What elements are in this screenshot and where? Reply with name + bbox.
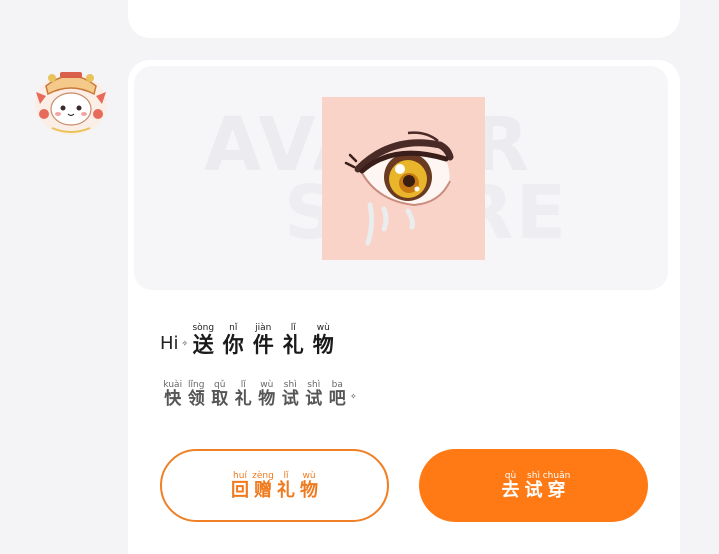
button-char: wù 物 [300, 470, 318, 501]
item-banner: AVATAR STORE [134, 66, 668, 290]
try-on-button[interactable]: qù 去 shì 试 chuān 穿 [419, 449, 648, 522]
avatar[interactable] [30, 64, 112, 138]
return-gift-button[interactable]: huí 回 zèng 赠 lǐ 礼 wù 物 [160, 449, 389, 522]
sparkle-icon: ✧ [350, 391, 357, 401]
button-char: huí 回 [231, 470, 249, 501]
subtitle-char: kuài 快 [163, 380, 183, 409]
gift-title: Hi ✧ sòng 送 nǐ 你 jiàn 件 lǐ 礼 wù 物 [160, 323, 338, 356]
gift-subtitle: kuài 快 lǐng 领 qǔ 取 lǐ 礼 wù 物 shì 试 shì 试 ba 吧 ✧ [161, 380, 357, 409]
sparkle-icon: ✧ [181, 339, 189, 349]
greeting-text: Hi [160, 333, 179, 355]
subtitle-char: shì 试 [305, 380, 323, 409]
subtitle-char: lǐng 领 [187, 380, 205, 409]
title-char: wù 物 [312, 323, 334, 357]
button-char: chuān 穿 [542, 470, 571, 501]
item-image [322, 97, 485, 260]
subtitle-char: wù 物 [258, 380, 276, 409]
title-char: nǐ 你 [222, 323, 244, 357]
button-char: shì 试 [524, 470, 543, 501]
subtitle-char: lǐ 礼 [234, 380, 252, 409]
button-char: lǐ 礼 [277, 470, 295, 501]
button-char: qù 去 [501, 470, 520, 501]
subtitle-char: qǔ 取 [211, 380, 229, 409]
gift-card: AVATAR STORE Hi ✧ sòng送 [128, 60, 680, 554]
subtitle-char: shì 试 [281, 380, 299, 409]
title-char: jiàn 件 [252, 323, 274, 357]
title-char: lǐ 礼 [282, 323, 304, 357]
previous-card [128, 0, 680, 38]
subtitle-char: ba 吧 [328, 380, 346, 409]
button-char: zèng 赠 [252, 470, 274, 501]
title-char: sòng 送 [192, 323, 215, 357]
